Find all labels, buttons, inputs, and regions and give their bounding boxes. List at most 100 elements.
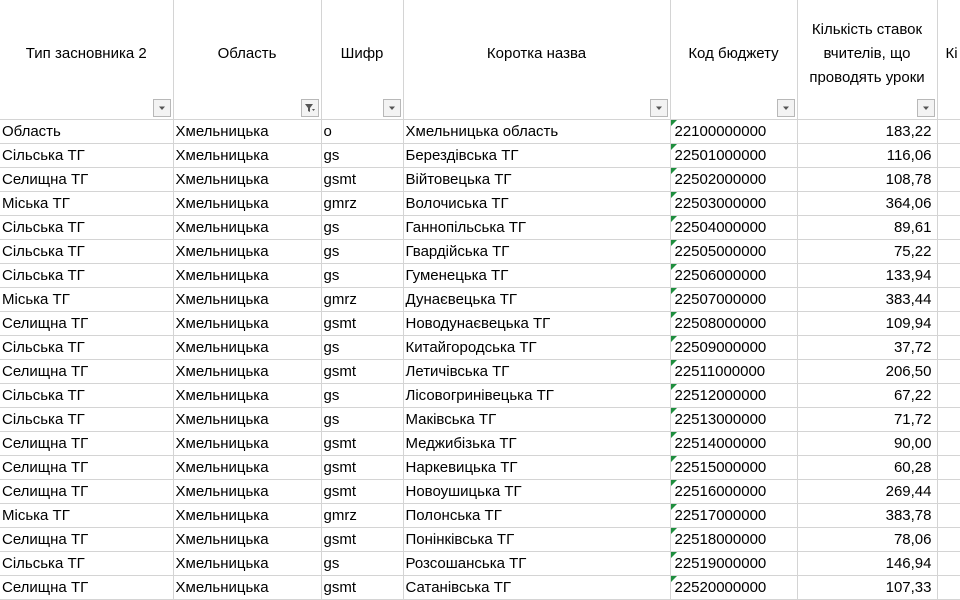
cell-cipher[interactable]: gmrz	[321, 191, 404, 216]
cell-budget-code[interactable]: 22520000000	[670, 575, 798, 600]
cell-short-name[interactable]: Новоушицька ТГ	[403, 479, 671, 504]
cell-oblast[interactable]: Хмельницька	[173, 191, 322, 216]
cell-short-name[interactable]: Гуменецька ТГ	[403, 263, 671, 288]
cell-budget-code[interactable]: 22515000000	[670, 455, 798, 480]
cell-cipher[interactable]: gs	[321, 239, 404, 264]
cell-cipher[interactable]: gs	[321, 263, 404, 288]
cell-owner-type[interactable]: Сільська ТГ	[0, 407, 174, 432]
cell-oblast[interactable]: Хмельницька	[173, 551, 322, 576]
cell-empty[interactable]	[937, 311, 960, 336]
cell-empty[interactable]	[937, 551, 960, 576]
cell-cipher[interactable]: gsmt	[321, 311, 404, 336]
cell-short-name[interactable]: Полонська ТГ	[403, 503, 671, 528]
cell-teacher-rates[interactable]: 183,22	[797, 119, 938, 144]
cell-budget-code[interactable]: 22502000000	[670, 167, 798, 192]
cell-budget-code[interactable]: 22503000000	[670, 191, 798, 216]
cell-teacher-rates[interactable]: 75,22	[797, 239, 938, 264]
cell-owner-type[interactable]: Селищна ТГ	[0, 167, 174, 192]
cell-owner-type[interactable]: Міська ТГ	[0, 287, 174, 312]
cell-oblast[interactable]: Хмельницька	[173, 503, 322, 528]
cell-owner-type[interactable]: Селищна ТГ	[0, 575, 174, 600]
cell-oblast[interactable]: Хмельницька	[173, 335, 322, 360]
cell-budget-code[interactable]: 22518000000	[670, 527, 798, 552]
cell-teacher-rates[interactable]: 383,44	[797, 287, 938, 312]
filter-dropdown-button[interactable]	[382, 99, 401, 117]
cell-cipher[interactable]: gsmt	[321, 575, 404, 600]
cell-oblast[interactable]: Хмельницька	[173, 167, 322, 192]
cell-short-name[interactable]: Гвардійська ТГ	[403, 239, 671, 264]
cell-teacher-rates[interactable]: 108,78	[797, 167, 938, 192]
cell-empty[interactable]	[937, 119, 960, 144]
cell-teacher-rates[interactable]: 67,22	[797, 383, 938, 408]
cell-budget-code[interactable]: 22513000000	[670, 407, 798, 432]
cell-teacher-rates[interactable]: 146,94	[797, 551, 938, 576]
cell-short-name[interactable]: Хмельницька область	[403, 119, 671, 144]
cell-teacher-rates[interactable]: 90,00	[797, 431, 938, 456]
cell-short-name[interactable]: Понінківська ТГ	[403, 527, 671, 552]
cell-teacher-rates[interactable]: 133,94	[797, 263, 938, 288]
cell-oblast[interactable]: Хмельницька	[173, 143, 322, 168]
cell-owner-type[interactable]: Селищна ТГ	[0, 527, 174, 552]
cell-short-name[interactable]: Новодунаєвецька ТГ	[403, 311, 671, 336]
cell-short-name[interactable]: Лісовогринівецька ТГ	[403, 383, 671, 408]
filter-dropdown-button[interactable]	[649, 99, 668, 117]
cell-oblast[interactable]: Хмельницька	[173, 431, 322, 456]
cell-teacher-rates[interactable]: 107,33	[797, 575, 938, 600]
cell-short-name[interactable]: Меджибізька ТГ	[403, 431, 671, 456]
cell-teacher-rates[interactable]: 269,44	[797, 479, 938, 504]
cell-budget-code[interactable]: 22512000000	[670, 383, 798, 408]
cell-empty[interactable]	[937, 191, 960, 216]
cell-owner-type[interactable]: Селищна ТГ	[0, 311, 174, 336]
cell-cipher[interactable]: gs	[321, 215, 404, 240]
cell-empty[interactable]	[937, 335, 960, 360]
cell-cipher[interactable]: gs	[321, 383, 404, 408]
cell-cipher[interactable]: gs	[321, 335, 404, 360]
cell-budget-code[interactable]: 22511000000	[670, 359, 798, 384]
cell-empty[interactable]	[937, 359, 960, 384]
cell-empty[interactable]	[937, 263, 960, 288]
cell-empty[interactable]	[937, 479, 960, 504]
cell-oblast[interactable]: Хмельницька	[173, 311, 322, 336]
cell-empty[interactable]	[937, 575, 960, 600]
cell-budget-code[interactable]: 22514000000	[670, 431, 798, 456]
cell-cipher[interactable]: gsmt	[321, 167, 404, 192]
cell-short-name[interactable]: Сатанівська ТГ	[403, 575, 671, 600]
cell-empty[interactable]	[937, 143, 960, 168]
cell-empty[interactable]	[937, 239, 960, 264]
cell-budget-code[interactable]: 22517000000	[670, 503, 798, 528]
cell-budget-code[interactable]: 22509000000	[670, 335, 798, 360]
cell-empty[interactable]	[937, 431, 960, 456]
filter-active-button[interactable]	[300, 99, 319, 117]
cell-short-name[interactable]: Війтовецька ТГ	[403, 167, 671, 192]
cell-short-name[interactable]: Летичівська ТГ	[403, 359, 671, 384]
cell-teacher-rates[interactable]: 116,06	[797, 143, 938, 168]
cell-empty[interactable]	[937, 215, 960, 240]
cell-oblast[interactable]: Хмельницька	[173, 455, 322, 480]
cell-teacher-rates[interactable]: 206,50	[797, 359, 938, 384]
filter-dropdown-button[interactable]	[916, 99, 935, 117]
cell-short-name[interactable]: Китайгородська ТГ	[403, 335, 671, 360]
cell-owner-type[interactable]: Область	[0, 119, 174, 144]
cell-cipher[interactable]: gsmt	[321, 455, 404, 480]
cell-budget-code[interactable]: 22504000000	[670, 215, 798, 240]
cell-cipher[interactable]: gsmt	[321, 359, 404, 384]
cell-oblast[interactable]: Хмельницька	[173, 575, 322, 600]
cell-short-name[interactable]: Наркевицька ТГ	[403, 455, 671, 480]
cell-owner-type[interactable]: Селищна ТГ	[0, 455, 174, 480]
cell-cipher[interactable]: gmrz	[321, 503, 404, 528]
cell-owner-type[interactable]: Міська ТГ	[0, 191, 174, 216]
cell-empty[interactable]	[937, 383, 960, 408]
cell-budget-code[interactable]: 22516000000	[670, 479, 798, 504]
cell-oblast[interactable]: Хмельницька	[173, 479, 322, 504]
cell-owner-type[interactable]: Сільська ТГ	[0, 551, 174, 576]
cell-teacher-rates[interactable]: 71,72	[797, 407, 938, 432]
cell-cipher[interactable]: gsmt	[321, 479, 404, 504]
cell-owner-type[interactable]: Сільська ТГ	[0, 383, 174, 408]
cell-empty[interactable]	[937, 503, 960, 528]
cell-budget-code[interactable]: 22519000000	[670, 551, 798, 576]
cell-owner-type[interactable]: Селищна ТГ	[0, 359, 174, 384]
cell-short-name[interactable]: Ганнопільська ТГ	[403, 215, 671, 240]
cell-teacher-rates[interactable]: 89,61	[797, 215, 938, 240]
cell-cipher[interactable]: gmrz	[321, 287, 404, 312]
cell-teacher-rates[interactable]: 383,78	[797, 503, 938, 528]
